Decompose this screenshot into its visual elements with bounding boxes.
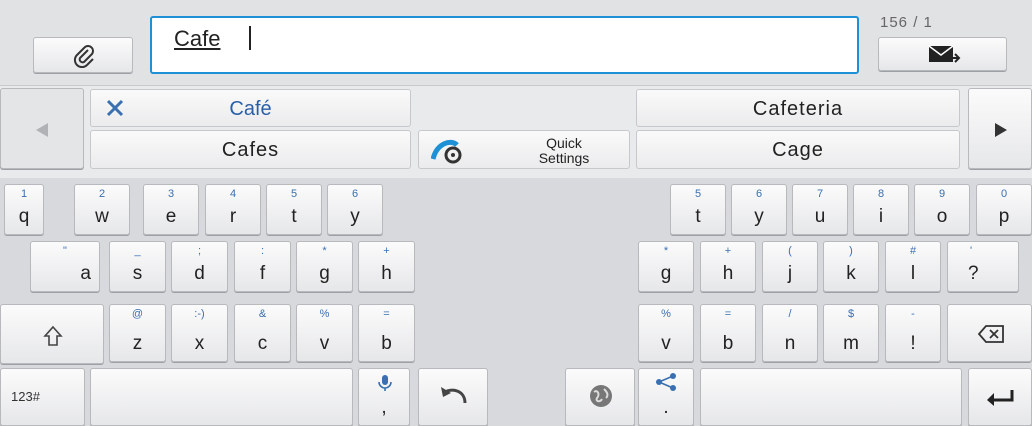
quick-settings-button[interactable]: Quick Settings [418, 130, 630, 169]
key-g[interactable]: * g [296, 241, 353, 292]
share-icon [655, 373, 677, 391]
suggestion-cage[interactable]: Cage [636, 130, 960, 169]
period-key[interactable]: . [638, 368, 694, 426]
space-key-right[interactable] [700, 368, 962, 426]
left-arrow-icon [36, 123, 48, 137]
comma-key[interactable]: , [358, 368, 410, 426]
suggestion-cafes[interactable]: Cafes [90, 130, 411, 169]
key-e[interactable]: 3e [143, 184, 199, 235]
key-exclamation[interactable]: -! [885, 304, 941, 362]
quick-settings-label-1: Quick [546, 135, 582, 151]
text-cursor [249, 26, 251, 50]
suggestion-cafeteria[interactable]: Cafeteria [636, 89, 960, 127]
enter-icon [985, 389, 1015, 407]
backspace-icon [978, 325, 1004, 343]
key-y-right[interactable]: 6y [731, 184, 787, 235]
key-k[interactable]: ) k [823, 241, 879, 292]
send-button[interactable] [878, 37, 1007, 71]
key-v[interactable]: % v [296, 304, 353, 362]
key-x[interactable]: :-) x [171, 304, 228, 362]
suggestion-label: Cafes [221, 139, 280, 161]
space-key-left[interactable] [90, 368, 353, 426]
globe-icon [588, 383, 614, 409]
backspace-key[interactable] [947, 304, 1032, 362]
right-arrow-icon [995, 123, 1007, 137]
period-label: . [663, 397, 669, 418]
suggestion-label: Cage [772, 139, 824, 161]
message-input[interactable]: Cafe [150, 16, 859, 74]
shift-key[interactable] [0, 304, 104, 364]
enter-key[interactable] [968, 368, 1032, 426]
key-m[interactable]: $ m [823, 304, 879, 362]
suggestion-prev-button[interactable] [0, 88, 84, 169]
shift-icon [43, 325, 63, 347]
key-g-right[interactable]: * g [638, 241, 694, 292]
key-h[interactable]: + h [358, 241, 415, 292]
key-f[interactable]: :f [234, 241, 291, 292]
quick-settings-icon [431, 137, 465, 165]
undo-icon [439, 385, 469, 409]
symbols-mode-key[interactable]: 123# [0, 368, 85, 426]
suggestion-cafe-accent[interactable]: Café [90, 89, 411, 127]
key-y[interactable]: 6y [327, 184, 383, 235]
key-z[interactable]: @ z [109, 304, 166, 362]
key-b[interactable]: = b [358, 304, 415, 362]
key-question[interactable]: '? [947, 241, 1019, 292]
key-t-right[interactable]: 5t [670, 184, 726, 235]
key-h-right[interactable]: + h [700, 241, 756, 292]
key-j[interactable]: (j [762, 241, 818, 292]
key-p[interactable]: 0p [976, 184, 1032, 235]
mic-icon [378, 374, 392, 392]
key-q[interactable]: 1q [4, 184, 44, 235]
key-r[interactable]: 4r [205, 184, 261, 235]
char-counter: 156 / 1 [880, 14, 933, 31]
key-b-right[interactable]: = b [700, 304, 756, 362]
globe-key[interactable] [565, 368, 635, 426]
symbols-mode-label: 123# [11, 389, 40, 404]
compose-bar: Cafe 156 / 1 [0, 0, 1032, 86]
key-o[interactable]: 9o [914, 184, 970, 235]
key-t[interactable]: 5t [266, 184, 322, 235]
suggestion-next-button[interactable] [968, 88, 1032, 169]
attach-button[interactable] [33, 37, 133, 73]
key-d[interactable]: ; d [171, 241, 228, 292]
key-l[interactable]: # l [885, 241, 941, 292]
paperclip-icon [72, 44, 96, 68]
key-w[interactable]: 2w [74, 184, 130, 235]
suggestion-label: Cafeteria [752, 98, 844, 120]
suggestion-label: Café [229, 98, 272, 120]
send-icon [928, 44, 962, 66]
key-n[interactable]: / n [762, 304, 818, 362]
comma-label: , [381, 397, 387, 418]
message-text: Cafe [174, 26, 221, 51]
undo-key[interactable] [418, 368, 488, 426]
key-i[interactable]: 8i [853, 184, 909, 235]
quick-settings-label-2: Settings [538, 150, 590, 166]
key-u[interactable]: 7u [792, 184, 848, 235]
key-a[interactable]: " a [30, 241, 100, 292]
key-c[interactable]: & c [234, 304, 291, 362]
key-s[interactable]: _ s [109, 241, 166, 292]
key-v-right[interactable]: % v [638, 304, 694, 362]
